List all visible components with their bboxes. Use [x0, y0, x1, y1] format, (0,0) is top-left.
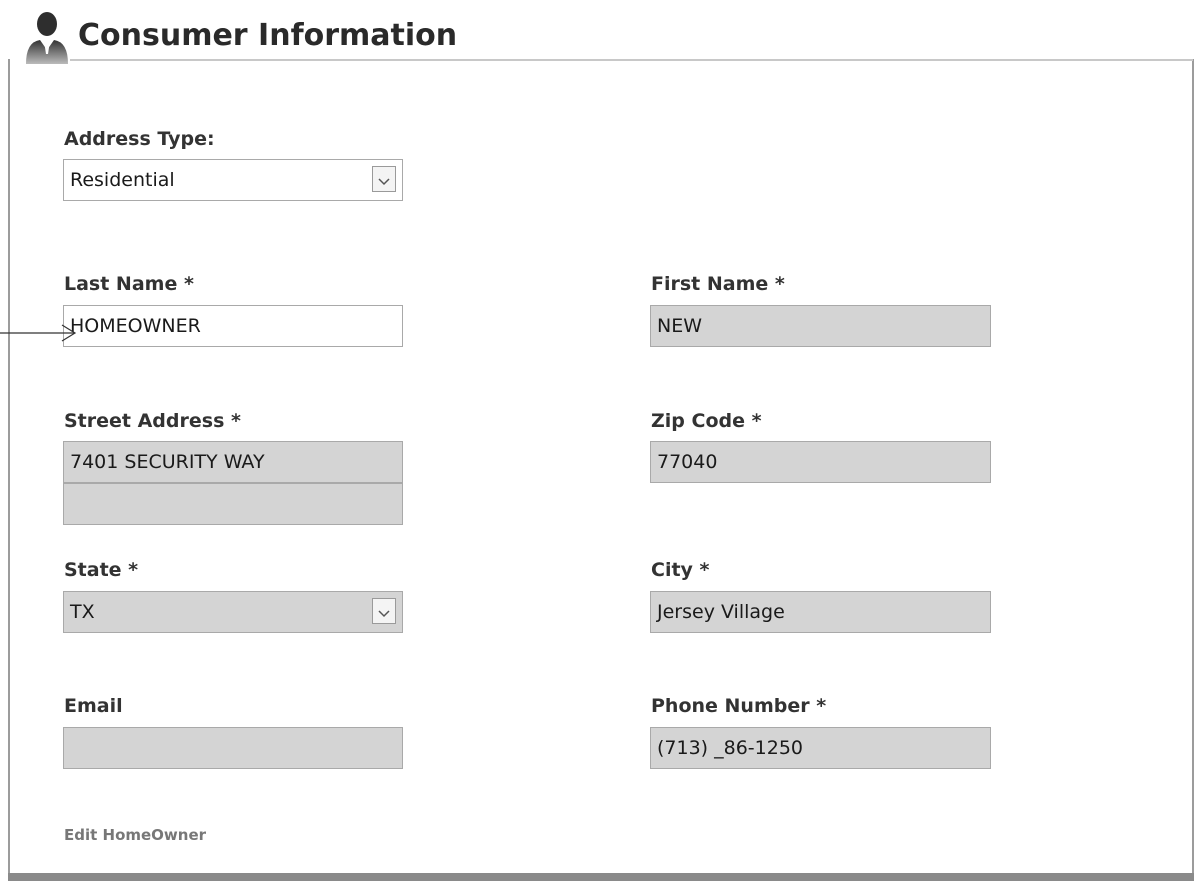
- first-name-input[interactable]: NEW: [650, 305, 991, 347]
- address-type-value: Residential: [70, 169, 175, 191]
- phone-number-input[interactable]: (713) _86-1250: [650, 727, 991, 769]
- street-address-line2-input[interactable]: [63, 483, 403, 525]
- edit-homeowner-link[interactable]: Edit HomeOwner: [64, 826, 206, 844]
- email-label: Email: [64, 695, 123, 717]
- person-icon: [26, 12, 68, 64]
- phone-number-label: Phone Number *: [651, 695, 827, 717]
- bottom-rule: [8, 873, 1194, 881]
- header-rule: [70, 59, 1193, 61]
- last-name-label: Last Name *: [64, 273, 194, 295]
- zip-code-label: Zip Code *: [651, 410, 762, 432]
- city-input[interactable]: Jersey Village: [650, 591, 991, 633]
- zip-code-input[interactable]: 77040: [650, 441, 991, 483]
- state-label: State *: [64, 559, 139, 581]
- city-label: City *: [651, 559, 710, 581]
- chevron-down-icon[interactable]: [372, 598, 396, 624]
- last-name-input[interactable]: HOMEOWNER: [63, 305, 403, 347]
- page-title: Consumer Information: [78, 18, 458, 53]
- email-input[interactable]: [63, 727, 403, 769]
- street-address-label: Street Address *: [64, 410, 241, 432]
- address-type-select[interactable]: Residential: [63, 159, 403, 201]
- street-address-line1-input[interactable]: 7401 SECURITY WAY: [63, 441, 403, 483]
- address-type-label: Address Type:: [64, 128, 215, 150]
- state-select[interactable]: TX: [63, 591, 403, 633]
- pointer-arrow-icon: [0, 324, 77, 342]
- chevron-down-icon[interactable]: [372, 166, 396, 192]
- state-value: TX: [70, 601, 95, 623]
- first-name-label: First Name *: [651, 273, 785, 295]
